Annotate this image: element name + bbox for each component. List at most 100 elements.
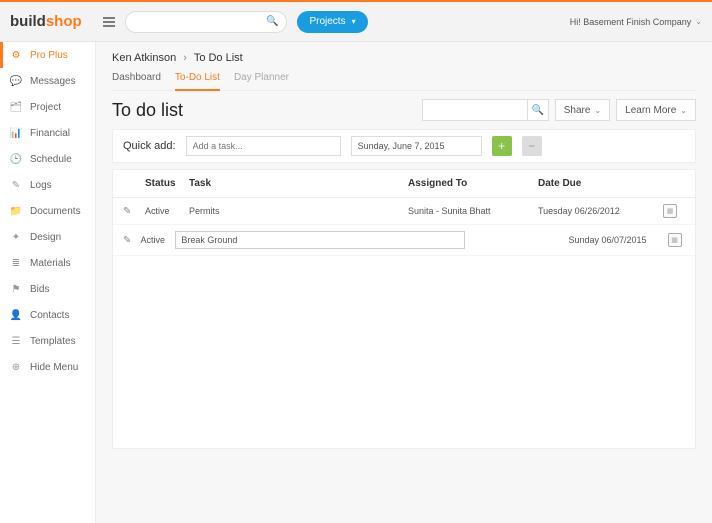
sidebar-item-label: Hide Menu	[30, 362, 78, 373]
sidebar-item-hide-menu[interactable]: ⊕ Hide Menu	[0, 354, 95, 380]
minus-icon: −	[528, 139, 535, 153]
list-search: 🔍	[422, 99, 549, 121]
sidebar-item-templates[interactable]: ☰ Templates	[0, 328, 95, 354]
search-icon: 🔍	[266, 16, 278, 27]
sidebar-item-label: Design	[30, 232, 61, 243]
task-edit-input[interactable]	[175, 231, 465, 249]
share-label: Share	[564, 105, 591, 116]
sidebar-icon: 💬	[10, 76, 22, 87]
sidebar-item-contacts[interactable]: 👤 Contacts	[0, 302, 95, 328]
header-status: Status	[145, 178, 189, 189]
sidebar-item-logs[interactable]: ✎ Logs	[0, 172, 95, 198]
due-cell: Tuesday 06/26/2012	[538, 206, 663, 216]
sidebar-item-materials[interactable]: ≣ Materials	[0, 250, 95, 276]
tab-day-planner[interactable]: Day Planner	[234, 72, 289, 90]
sidebar-item-messages[interactable]: 💬Messages	[0, 68, 95, 94]
sidebar-item-label: Schedule	[30, 154, 72, 165]
sidebar-item-label: Financial	[30, 128, 70, 139]
table-row: ✎ ActivePermits Sunita - Sunita BhattTuesd…	[113, 198, 695, 225]
chevron-right-icon: ›	[183, 52, 187, 64]
chevron-down-icon: ⌄	[594, 106, 601, 115]
sidebar-icon: ✎	[10, 180, 22, 191]
sidebar-item-label: Bids	[30, 284, 49, 295]
search-icon: 🔍	[532, 105, 544, 116]
projects-dropdown[interactable]: Projects ▾	[297, 11, 367, 33]
header-due: Date Due	[538, 178, 663, 189]
edit-icon[interactable]: ✎	[123, 206, 131, 217]
chevron-down-icon: ⌄	[680, 106, 687, 115]
sidebar: ⚙ Pro Plus 💬Messages 🗂 Project 📊 Financial 🕒 Sch…	[0, 42, 96, 523]
learn-more-label: Learn More	[625, 105, 676, 116]
sidebar-item-label: Materials	[30, 258, 71, 269]
table-row: ✎ActiveSunday 06/07/2015▦	[113, 225, 695, 256]
sidebar-icon: ⚙	[10, 50, 22, 61]
sidebar-icon: 📊	[10, 128, 22, 139]
sidebar-icon: 📁	[10, 206, 22, 217]
sidebar-item-label: Pro Plus	[30, 50, 68, 61]
breadcrumb-user[interactable]: Ken Atkinson	[112, 52, 176, 64]
breadcrumb: Ken Atkinson › To Do List	[112, 52, 696, 64]
todo-table: Status Task Assigned To Date Due ✎ Active…	[112, 169, 696, 449]
table-body: ✎ActivePermitsSunita - Sunita BhattTuesd…	[113, 198, 695, 448]
sidebar-icon: 🕒	[10, 154, 22, 165]
sidebar-item-schedule[interactable]: 🕒 Schedule	[0, 146, 95, 172]
list-search-input[interactable]	[422, 99, 527, 121]
sidebar-item-pro-plus[interactable]: ⚙ Pro Plus	[0, 42, 95, 68]
logo-part1: build	[10, 13, 46, 30]
table-header: Status Task Assigned To Date Due	[113, 170, 695, 198]
sidebar-item-label: Templates	[30, 336, 76, 347]
sidebar-item-bids[interactable]: ⚑ Bids	[0, 276, 95, 302]
sidebar-icon: ✦	[10, 232, 22, 243]
sidebar-icon: ⚑	[10, 284, 22, 295]
quick-add-bar: Quick add: + −	[112, 129, 696, 163]
sidebar-item-documents[interactable]: 📁 Documents	[0, 198, 95, 224]
sidebar-item-label: Documents	[30, 206, 81, 217]
edit-icon[interactable]: ✎	[123, 235, 131, 246]
global-search[interactable]: 🔍	[125, 11, 287, 33]
tabs: Dashboard To-Do List Day Planner	[112, 72, 696, 91]
status-cell: Active	[145, 206, 189, 216]
content-area: Ken Atkinson › To Do List Dashboard To-Do…	[96, 42, 712, 523]
menu-toggle-icon[interactable]	[101, 14, 117, 30]
assigned-cell: Sunita - Sunita Bhatt	[408, 206, 538, 216]
company-menu[interactable]: Hi! Basement Finish Company ⌄	[570, 17, 702, 27]
sidebar-item-label: Project	[30, 102, 61, 113]
quick-add-date-input[interactable]	[351, 136, 482, 156]
quick-add-submit-button[interactable]: +	[492, 136, 512, 156]
page-title: To do list	[112, 100, 183, 121]
quick-add-task-input[interactable]	[186, 136, 341, 156]
list-search-button[interactable]: 🔍	[527, 99, 549, 121]
logo-part2: shop	[46, 13, 82, 30]
sidebar-item-financial[interactable]: 📊 Financial	[0, 120, 95, 146]
chevron-down-icon: ⌄	[695, 17, 702, 26]
company-greeting: Hi! Basement Finish Company	[570, 17, 692, 27]
sidebar-item-label: Contacts	[30, 310, 69, 321]
calendar-icon[interactable]: ▦	[668, 233, 682, 247]
breadcrumb-page: To Do List	[194, 52, 243, 64]
task-cell	[175, 231, 465, 249]
sidebar-icon: 👤	[10, 310, 22, 321]
sidebar-icon: 🗂	[10, 102, 22, 113]
global-search-input[interactable]	[134, 16, 266, 27]
task-text: Permits	[189, 206, 220, 216]
sidebar-item-project[interactable]: 🗂 Project	[0, 94, 95, 120]
sidebar-icon: ≣	[10, 258, 22, 269]
header-task: Task	[189, 178, 408, 189]
sidebar-icon: ☰	[10, 336, 22, 347]
header-assigned: Assigned To	[408, 178, 538, 189]
sidebar-icon: ⊕	[10, 362, 22, 373]
sidebar-item-design[interactable]: ✦ Design	[0, 224, 95, 250]
sidebar-item-label: Logs	[30, 180, 52, 191]
learn-more-button[interactable]: Learn More ⌄	[616, 99, 696, 121]
status-cell: Active	[140, 235, 175, 245]
app-header: buildshop 🔍 Projects ▾ Hi! Basement Fini…	[0, 2, 712, 42]
tab-to-do-list[interactable]: To-Do List	[175, 72, 220, 91]
projects-label: Projects	[309, 16, 345, 27]
calendar-icon[interactable]: ▦	[663, 204, 677, 218]
plus-icon: +	[498, 139, 505, 153]
quick-add-remove-button[interactable]: −	[522, 136, 542, 156]
logo: buildshop	[10, 13, 95, 30]
share-button[interactable]: Share ⌄	[555, 99, 610, 121]
task-cell: Permits	[189, 206, 408, 216]
tab-dashboard[interactable]: Dashboard	[112, 72, 161, 90]
